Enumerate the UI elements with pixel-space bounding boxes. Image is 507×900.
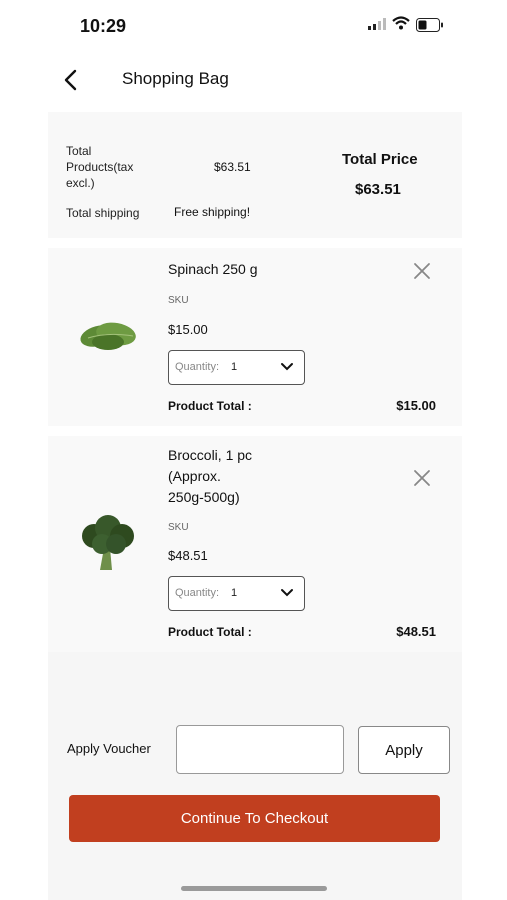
quantity-select[interactable]: Quantity: 1 — [168, 350, 305, 385]
quantity-label: Quantity: — [175, 587, 220, 599]
cart-item-spinach: Spinach 250 g SKU $15.00 Quantity: 1 Pro… — [48, 248, 462, 426]
quantity-value: 1 — [231, 361, 238, 373]
spinach-image — [80, 322, 136, 350]
voucher-label: Apply Voucher — [67, 741, 151, 756]
remove-item-icon[interactable] — [413, 262, 431, 280]
total-price-value: $63.51 — [355, 181, 401, 198]
page-title: Shopping Bag — [122, 69, 229, 88]
quantity-label: Quantity: — [175, 361, 220, 373]
quantity-value: 1 — [231, 587, 238, 599]
product-total-value: $48.51 — [396, 624, 436, 639]
product-total-value: $15.00 — [396, 398, 436, 413]
broccoli-image — [82, 515, 134, 570]
product-price: $15.00 — [168, 322, 208, 337]
home-indicator — [181, 886, 327, 891]
total-products-value: $63.51 — [214, 160, 251, 174]
cellular-signal-icon — [368, 18, 386, 30]
remove-item-icon[interactable] — [413, 469, 431, 487]
battery-icon — [416, 18, 443, 32]
cart-item-broccoli: Broccoli, 1 pc (Approx. 250g-500g) SKU $… — [48, 436, 462, 652]
continue-to-checkout-button[interactable]: Continue To Checkout — [69, 795, 440, 842]
product-total-label: Product Total : — [168, 625, 252, 639]
back-arrow-icon[interactable] — [60, 68, 84, 92]
total-products-label: Total Products(tax excl.) — [66, 144, 134, 190]
voucher-input[interactable] — [176, 725, 344, 774]
apply-voucher-button[interactable]: Apply — [358, 726, 450, 774]
product-price: $48.51 — [168, 548, 208, 563]
product-name: Spinach 250 g — [168, 261, 258, 277]
status-time: 10:29 — [80, 16, 127, 36]
wifi-icon — [392, 16, 410, 30]
total-price-label: Total Price — [342, 151, 418, 168]
quantity-select[interactable]: Quantity: 1 — [168, 576, 305, 611]
bottom-area — [48, 652, 462, 900]
product-sku: SKU — [168, 522, 189, 533]
product-total-label: Product Total : — [168, 399, 252, 413]
order-summary: Total Products(tax excl.) $63.51 Total s… — [48, 112, 462, 238]
product-name: Broccoli, 1 pc (Approx. 250g-500g) — [168, 447, 253, 505]
product-sku: SKU — [168, 295, 189, 306]
total-shipping-label: Total shipping — [66, 206, 140, 220]
chevron-down-icon — [281, 363, 293, 371]
total-shipping-value: Free shipping! — [174, 205, 251, 219]
app-header — [48, 52, 460, 108]
status-bar: 10:29 — [0, 0, 507, 52]
chevron-down-icon — [281, 589, 293, 597]
